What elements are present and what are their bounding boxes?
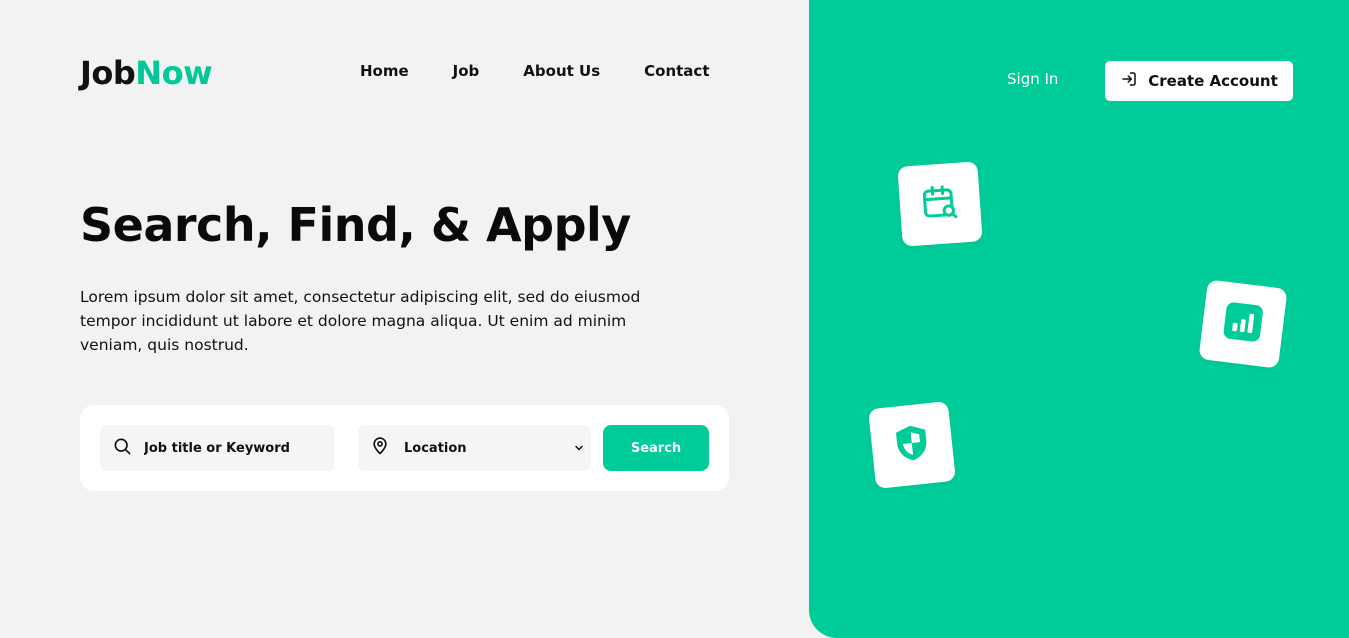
location-select[interactable]: Location [358,425,591,471]
chart-icon [1218,297,1268,350]
nav-home[interactable]: Home [360,62,409,80]
search-button[interactable]: Search [603,425,709,471]
chevron-down-icon [573,439,585,458]
login-icon [1120,70,1138,92]
create-account-label: Create Account [1148,72,1278,90]
nav-about-us[interactable]: About Us [523,62,600,80]
calendar-search-tile [897,161,983,247]
logo-text-now: Now [135,54,213,92]
calendar-search-icon [919,181,962,228]
sign-in-link[interactable]: Sign In [1007,70,1058,88]
hero-title: Search, Find, & Apply [80,198,631,252]
nav-contact[interactable]: Contact [644,62,709,80]
main-nav: Home Job About Us Contact [360,62,754,80]
logo[interactable]: Job Now [80,54,213,92]
chart-tile [1198,279,1288,369]
location-select-value: Location [404,440,467,456]
map-pin-icon [370,436,390,460]
shield-tile [868,401,956,489]
search-icon [112,436,132,460]
hero-description: Lorem ipsum dolor sit amet, consectetur … [80,288,641,354]
create-account-button[interactable]: Create Account [1105,61,1293,101]
search-bar: Location Search [80,405,729,491]
keyword-input[interactable] [144,440,314,456]
shield-icon [888,419,937,471]
logo-text-job: Job [80,54,136,92]
keyword-field[interactable] [100,425,334,471]
nav-job[interactable]: Job [453,62,480,80]
